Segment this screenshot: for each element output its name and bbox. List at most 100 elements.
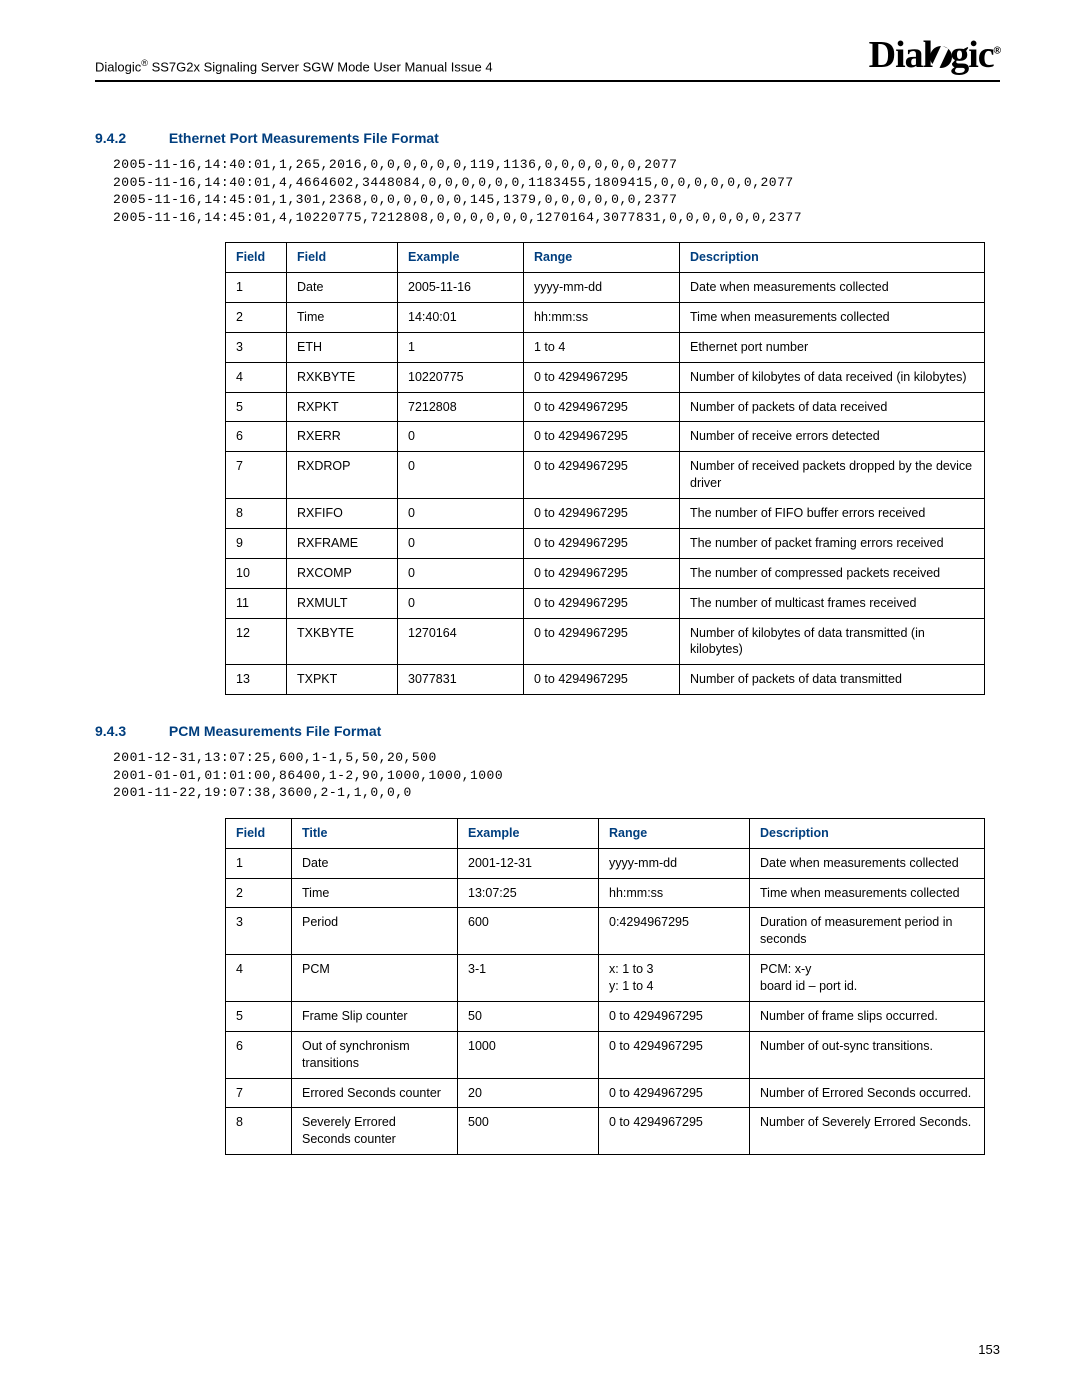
cell: 20: [458, 1078, 599, 1108]
section-num-942: 9.4.2: [95, 130, 165, 146]
cell: 14:40:01: [398, 302, 524, 332]
cell: 10: [226, 558, 287, 588]
cell: 0: [398, 499, 524, 529]
page-number: 153: [978, 1342, 1000, 1357]
table-row: 3Period6000:4294967295Duration of measur…: [226, 908, 985, 955]
th: Field: [287, 243, 398, 273]
cell: hh:mm:ss: [599, 878, 750, 908]
cell: 0 to 4294967295: [524, 422, 680, 452]
table-943: Field Title Example Range Description 1D…: [225, 818, 985, 1155]
cell: 8: [226, 1108, 292, 1155]
cell: 0 to 4294967295: [524, 665, 680, 695]
cell: Time when measurements collected: [680, 302, 985, 332]
cell: 0 to 4294967295: [599, 1078, 750, 1108]
cell: 0: [398, 422, 524, 452]
th: Range: [599, 818, 750, 848]
cell: PCM: [292, 955, 458, 1002]
table-row: 6RXERR00 to 4294967295Number of receive …: [226, 422, 985, 452]
cell: 4: [226, 362, 287, 392]
header-title-pre: Dialogic: [95, 59, 141, 74]
cell: 7: [226, 452, 287, 499]
th: Description: [750, 818, 985, 848]
cell: Number of frame slips occurred.: [750, 1001, 985, 1031]
cell: 2: [226, 302, 287, 332]
cell: TXPKT: [287, 665, 398, 695]
header-title: Dialogic® SS7G2x Signaling Server SGW Mo…: [95, 58, 493, 74]
cell: 0 to 4294967295: [524, 618, 680, 665]
cell: 11: [226, 588, 287, 618]
cell: 5: [226, 392, 287, 422]
cell: Ethernet port number: [680, 332, 985, 362]
cell: 0 to 4294967295: [524, 499, 680, 529]
cell: Severely Errored Seconds counter: [292, 1108, 458, 1155]
cell: 50: [458, 1001, 599, 1031]
section-title-942: Ethernet Port Measurements File Format: [169, 130, 439, 146]
cell: 2005-11-16: [398, 273, 524, 303]
cell: 5: [226, 1001, 292, 1031]
cell: 4: [226, 955, 292, 1002]
th: Field: [226, 818, 292, 848]
table-row: 7RXDROP00 to 4294967295Number of receive…: [226, 452, 985, 499]
header-title-post: SS7G2x Signaling Server SGW Mode User Ma…: [148, 59, 493, 74]
cell: 1: [226, 273, 287, 303]
cell: Number of packets of data transmitted: [680, 665, 985, 695]
table-row: 3ETH11 to 4Ethernet port number: [226, 332, 985, 362]
code-block-943: 2001-12-31,13:07:25,600,1-1,5,50,20,500 …: [113, 749, 1000, 802]
cell: 0 to 4294967295: [524, 558, 680, 588]
th: Field: [226, 243, 287, 273]
cell: 600: [458, 908, 599, 955]
cell: 0: [398, 452, 524, 499]
cell: 3-1: [458, 955, 599, 1002]
cell: The number of packet framing errors rece…: [680, 528, 985, 558]
cell: RXFRAME: [287, 528, 398, 558]
cell: 1000: [458, 1031, 599, 1078]
table-row: 2Time13:07:25hh:mm:ssTime when measureme…: [226, 878, 985, 908]
section-title-943: PCM Measurements File Format: [169, 723, 381, 739]
cell: TXKBYTE: [287, 618, 398, 665]
cell: 9: [226, 528, 287, 558]
cell: Date when measurements collected: [750, 848, 985, 878]
cell: 0: [398, 588, 524, 618]
cell: Frame Slip counter: [292, 1001, 458, 1031]
cell: 12: [226, 618, 287, 665]
cell: 7: [226, 1078, 292, 1108]
cell: RXPKT: [287, 392, 398, 422]
cell: Date: [292, 848, 458, 878]
table-row: 9RXFRAME00 to 4294967295The number of pa…: [226, 528, 985, 558]
cell: 1270164: [398, 618, 524, 665]
cell: Number of kilobytes of data transmitted …: [680, 618, 985, 665]
cell: Out of synchronism transitions: [292, 1031, 458, 1078]
cell: 500: [458, 1108, 599, 1155]
cell: Number of out-sync transitions.: [750, 1031, 985, 1078]
cell: 1 to 4: [524, 332, 680, 362]
table-row: 4PCM3-1x: 1 to 3 y: 1 to 4PCM: x-y board…: [226, 955, 985, 1002]
cell: 0: [398, 558, 524, 588]
th: Description: [680, 243, 985, 273]
section-heading-943: 9.4.3 PCM Measurements File Format: [95, 723, 1000, 739]
cell: RXMULT: [287, 588, 398, 618]
cell: Date when measurements collected: [680, 273, 985, 303]
cell: 0 to 4294967295: [599, 1001, 750, 1031]
cell: ETH: [287, 332, 398, 362]
cell: 2001-12-31: [458, 848, 599, 878]
cell: Number of receive errors detected: [680, 422, 985, 452]
cell: 8: [226, 499, 287, 529]
cell: x: 1 to 3 y: 1 to 4: [599, 955, 750, 1002]
table-row: 2Time14:40:01hh:mm:ssTime when measureme…: [226, 302, 985, 332]
cell: 2: [226, 878, 292, 908]
cell: 0 to 4294967295: [599, 1108, 750, 1155]
cell: RXKBYTE: [287, 362, 398, 392]
code-block-942: 2005-11-16,14:40:01,1,265,2016,0,0,0,0,0…: [113, 156, 1000, 226]
table-row: 6Out of synchronism transitions10000 to …: [226, 1031, 985, 1078]
cell: 1: [226, 848, 292, 878]
cell: Duration of measurement period in second…: [750, 908, 985, 955]
cell: 13:07:25: [458, 878, 599, 908]
cell: yyyy-mm-dd: [599, 848, 750, 878]
cell: RXERR: [287, 422, 398, 452]
cell: Period: [292, 908, 458, 955]
dialogic-logo: Dialgic®: [869, 36, 1000, 74]
cell: RXFIFO: [287, 499, 398, 529]
cell: hh:mm:ss: [524, 302, 680, 332]
cell: 0 to 4294967295: [524, 452, 680, 499]
cell: 7212808: [398, 392, 524, 422]
